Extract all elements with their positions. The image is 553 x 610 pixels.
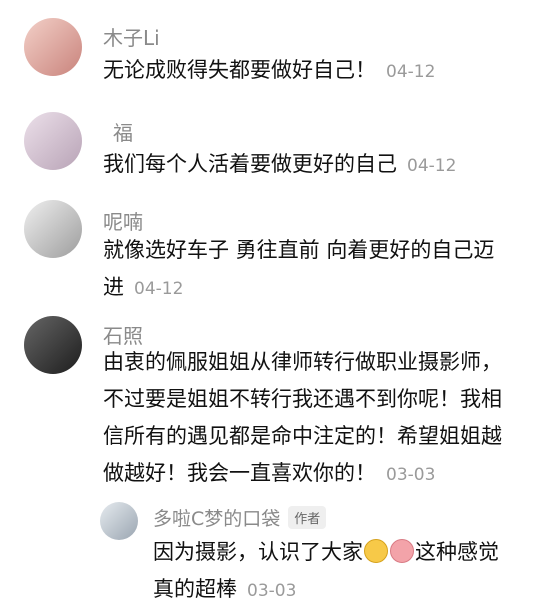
author-badge: 作者 <box>288 506 327 529</box>
comment-text-line: 就像选好车子 勇往直前 向着更好的自己迈 <box>103 238 495 262</box>
comment-text-line: 做越好！我会一直喜欢你的！ 03-03 <box>103 455 502 494</box>
comment-timestamp: 04-12 <box>407 156 457 176</box>
comment-text-line-end: 做越好！我会一直喜欢你的！ <box>103 461 376 485</box>
comment-timestamp: 04-12 <box>386 62 436 82</box>
laughing-pig-emoji-icon <box>390 539 414 563</box>
avatar[interactable] <box>24 18 82 76</box>
avatar[interactable] <box>24 112 82 170</box>
comment-text-line: 信所有的遇见都是命中注定的！希望姐姐越 <box>103 424 502 448</box>
avatar[interactable] <box>100 502 138 540</box>
comment-username[interactable]: 木子Li <box>103 22 160 51</box>
reply-username-text[interactable]: 多啦C梦的口袋 <box>153 508 280 530</box>
comment-text: 由衷的佩服姐姐从律师转行做职业摄影师， 不过要是姐姐不转行我还遇不到你呢！我相 … <box>103 344 502 494</box>
avatar[interactable] <box>24 316 82 374</box>
comment-text-line: 无论成败得失都要做好自己！ <box>103 58 376 82</box>
comment-text-line-end: 进 <box>103 275 124 299</box>
comment-username[interactable]: 呢喃 <box>103 206 143 235</box>
comment-text-line: 我们每个人活着要做更好的自己 <box>103 152 397 176</box>
reply-timestamp: 03-03 <box>247 581 297 601</box>
comment-text-line: 不过要是姐姐不转行我还遇不到你呢！我相 <box>103 387 502 411</box>
smiling-duck-emoji-icon <box>364 539 388 563</box>
comment-timestamp: 04-12 <box>134 279 184 299</box>
comment-text-line: 由衷的佩服姐姐从律师转行做职业摄影师， <box>103 350 502 374</box>
comment-text: 无论成败得失都要做好自己！ 04-12 <box>103 52 435 91</box>
reply-text-line: 因为摄影，认识了大家 这种感觉 <box>153 534 499 571</box>
reply-text: 因为摄影，认识了大家 这种感觉 真的超棒 03-03 <box>153 534 499 610</box>
comment-timestamp: 03-03 <box>386 465 436 485</box>
reply-text-segment: 这种感觉 <box>415 540 499 564</box>
comment-username[interactable]: 福 <box>113 117 133 146</box>
reply-text-line: 真的超棒 03-03 <box>153 571 499 610</box>
comment-text: 我们每个人活着要做更好的自己 04-12 <box>103 146 456 185</box>
reply-text-segment: 真的超棒 <box>153 577 237 601</box>
avatar[interactable] <box>24 200 82 258</box>
comment-text-line: 进 04-12 <box>103 269 494 308</box>
reply-text-segment: 因为摄影，认识了大家 <box>153 540 363 564</box>
reply-username: 多啦C梦的口袋 作者 <box>153 504 327 531</box>
comment-text: 就像选好车子 勇往直前 向着更好的自己迈 进 04-12 <box>103 232 494 308</box>
